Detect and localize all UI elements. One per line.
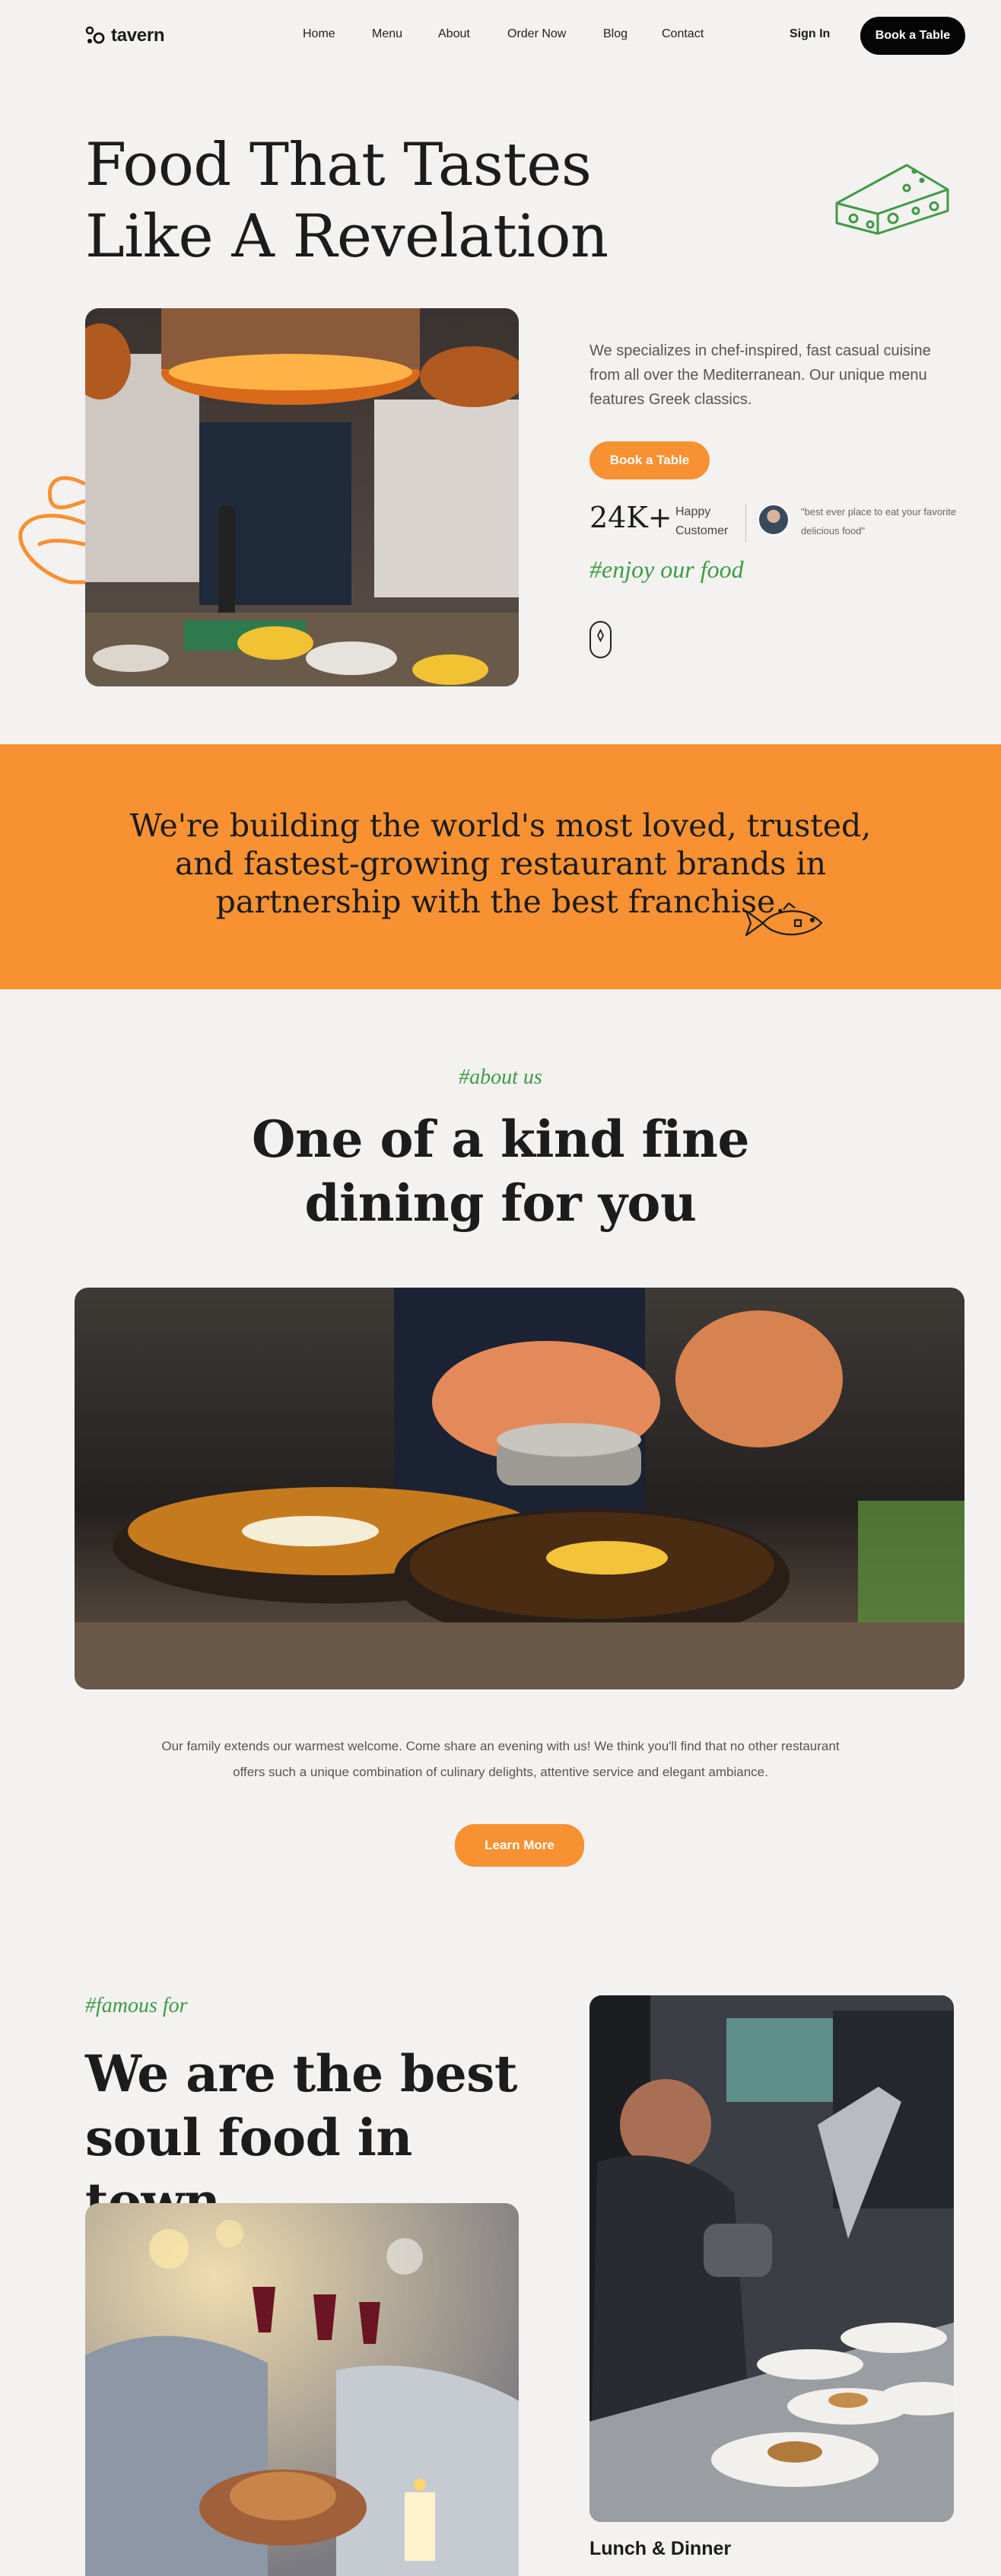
- leaf-outline-icon: [18, 476, 86, 584]
- about-paragraph: Our family extends our warmest welcome. …: [161, 1739, 840, 1779]
- happy-customer-count: 24K+: [589, 501, 672, 534]
- about-tag: #about us: [459, 1065, 542, 1089]
- customer-quote: "best ever place to eat your favorite de…: [801, 506, 957, 537]
- famous-title-line1: We are the best: [85, 2044, 517, 2103]
- hero-description: We specializes in chef-inspired, fast ca…: [589, 342, 931, 408]
- nav-book-table-button[interactable]: Book a Table: [860, 17, 965, 55]
- about-plating-image: [75, 1288, 964, 1689]
- about-title: One of a kind fine dining for you: [0, 1107, 1001, 1235]
- famous-tag: #famous for: [85, 1994, 188, 2017]
- nav-order-now[interactable]: Order Now: [507, 27, 566, 41]
- nav-about[interactable]: About: [438, 27, 470, 41]
- cheese-icon: [835, 164, 949, 235]
- sign-in-link[interactable]: Sign In: [790, 27, 830, 41]
- nav-blog[interactable]: Blog: [603, 27, 628, 41]
- nav-home[interactable]: Home: [303, 27, 335, 41]
- logo-icon: [85, 26, 105, 44]
- nav-menu[interactable]: Menu: [372, 27, 402, 41]
- fish-icon: [745, 902, 823, 937]
- dinner-toast-image: [85, 2203, 519, 2576]
- learn-more-button[interactable]: Learn More: [455, 1824, 584, 1867]
- chef-plating-image: [589, 1995, 954, 2522]
- nav-contact[interactable]: Contact: [662, 27, 704, 41]
- stat-divider: [745, 504, 746, 542]
- hero-title-line2: Like A Revelation: [85, 202, 609, 271]
- customer-avatar: [758, 504, 790, 536]
- hero-book-table-button[interactable]: Book a Table: [589, 441, 710, 479]
- hero-title-line1: Food That Tastes: [85, 131, 592, 199]
- happy-customer-label: Happy Customer: [675, 505, 729, 537]
- about-title-line2: dining for you: [304, 1173, 697, 1233]
- scroll-mouse-icon[interactable]: [589, 621, 612, 658]
- about-title-line1: One of a kind fine: [252, 1110, 749, 1169]
- hero-title: Food That Tastes Like A Revelation: [85, 129, 633, 272]
- lunch-dinner-title: Lunch & Dinner: [589, 2538, 732, 2559]
- brand-name: tavern: [111, 25, 165, 46]
- hero-chef-image: [85, 308, 519, 686]
- brand-logo[interactable]: tavern: [85, 23, 165, 49]
- enjoy-tagline: #enjoy our food: [589, 556, 744, 583]
